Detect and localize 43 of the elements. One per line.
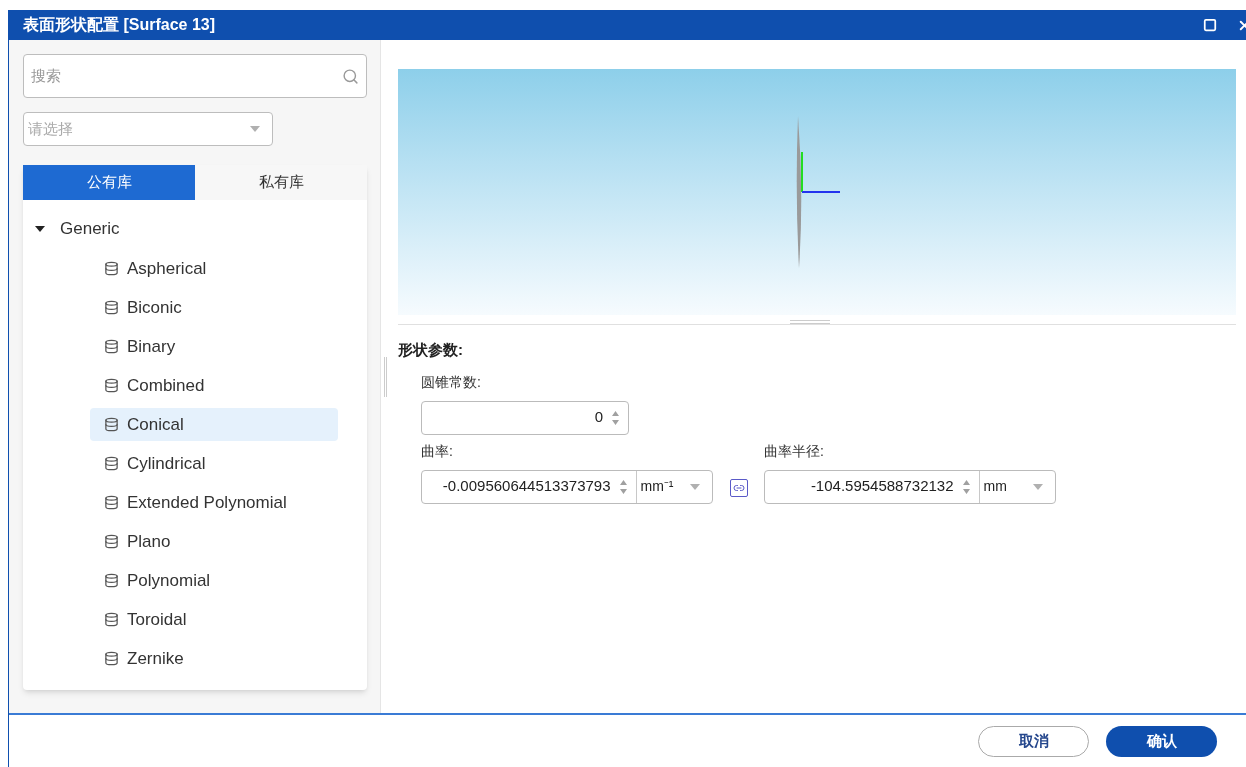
tree-item[interactable]: Combined [90,369,338,402]
field-label: 圆锥常数: [421,372,482,392]
field-label: 曲率: [421,441,454,461]
database-icon [104,573,119,588]
tree-item[interactable]: Toroidal [90,603,338,636]
search-icon [342,67,359,85]
select-placeholder: 请选择 [28,118,74,139]
tree-node[interactable]: Generic [23,212,367,246]
tree-item[interactable]: Plano [90,525,338,558]
section-title: 形状参数: [398,340,464,360]
database-icon [104,378,119,393]
tree-item[interactable]: Zernike [90,642,338,675]
database-icon [104,612,119,627]
link-icon[interactable] [729,478,748,497]
tree-item[interactable]: Extended Polynomial [90,486,338,519]
database-icon [104,534,119,549]
database-icon [104,651,119,666]
splitter-handle[interactable] [383,356,387,397]
field-value: 0 [593,407,603,428]
maximize-icon[interactable] [1203,18,1217,32]
database-icon [104,456,119,471]
database-icon [104,300,119,315]
resize-handle[interactable] [790,320,830,324]
window-title: 表面形状配置 [Surface 13] [23,15,217,35]
search-placeholder: 搜索 [31,65,62,86]
database-icon [104,417,119,432]
tree-item[interactable]: Aspherical [90,252,338,285]
cancel-button[interactable]: 取消 [978,725,1089,757]
spinner-icon[interactable] [611,409,620,426]
database-icon [104,495,119,510]
tree-item[interactable]: Conical [90,408,338,441]
library-tab[interactable]: 公有库 [23,165,195,200]
tree-item[interactable]: Cylindrical [90,447,338,480]
field-label: 曲率半径: [764,441,825,461]
tree-item[interactable]: Polynomial [90,564,338,597]
number-field[interactable]: 0 [422,401,628,434]
database-icon [104,261,119,276]
expand-caret-icon[interactable] [35,225,45,233]
tree-item[interactable]: Biconic [90,291,338,324]
confirm-button[interactable]: 确认 [1106,725,1217,757]
caret-icon [250,126,260,132]
database-icon [104,339,119,354]
tree-item[interactable]: Binary [90,330,338,363]
